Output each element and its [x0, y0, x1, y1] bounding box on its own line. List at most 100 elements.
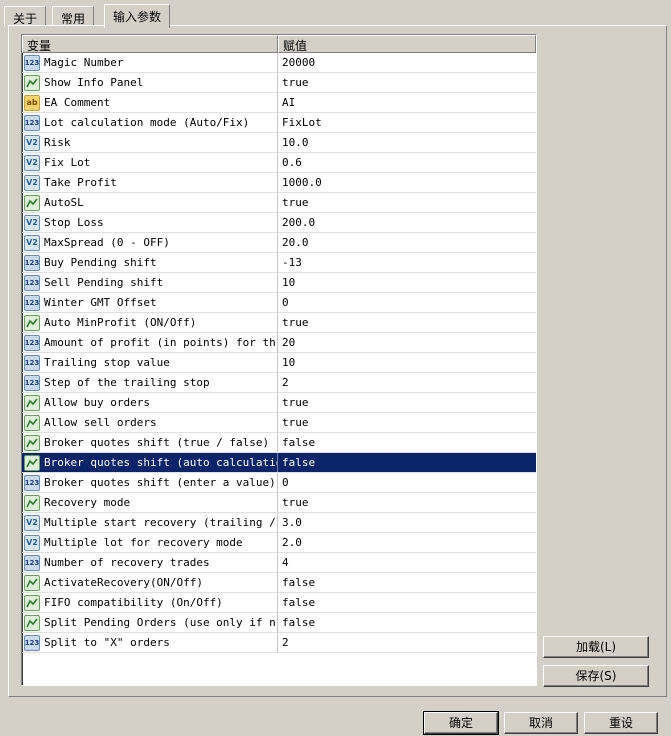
param-value[interactable]: true: [278, 393, 536, 412]
table-row[interactable]: 123 Split to "X" orders 2: [22, 633, 536, 653]
param-value[interactable]: 0.6: [278, 153, 536, 172]
param-value[interactable]: false: [278, 453, 536, 472]
double-type-icon: V2: [24, 514, 40, 531]
table-row[interactable]: 123 Broker quotes shift (enter a value) 0: [22, 473, 536, 493]
param-value[interactable]: true: [278, 193, 536, 212]
tab-about[interactable]: 关于: [4, 6, 47, 26]
table-row[interactable]: V2 Take Profit 1000.0: [22, 173, 536, 193]
param-name-cell: Show Info Panel: [22, 73, 278, 92]
table-row[interactable]: 123 Amount of profit (in points) for th..…: [22, 333, 536, 353]
table-row[interactable]: V2 Multiple start recovery (trailing /...…: [22, 513, 536, 533]
param-value[interactable]: AI: [278, 93, 536, 112]
table-row[interactable]: Allow sell orders true: [22, 413, 536, 433]
param-value[interactable]: -13: [278, 253, 536, 272]
table-row[interactable]: FIFO compatibility (On/Off) false: [22, 593, 536, 613]
tab-inputs[interactable]: 输入参数: [104, 4, 171, 28]
param-name: Multiple lot for recovery mode: [44, 536, 243, 549]
int-type-icon: 123: [24, 334, 40, 351]
param-name-cell: Recovery mode: [22, 493, 278, 512]
param-value[interactable]: FixLot: [278, 113, 536, 132]
double-type-icon: V2: [24, 154, 40, 171]
table-row[interactable]: V2 Stop Loss 200.0: [22, 213, 536, 233]
table-row[interactable]: V2 MaxSpread (0 - OFF) 20.0: [22, 233, 536, 253]
table-row[interactable]: ActivateRecovery(ON/Off) false: [22, 573, 536, 593]
table-row[interactable]: 123 Number of recovery trades 4: [22, 553, 536, 573]
double-type-icon: V2: [24, 534, 40, 551]
table-row[interactable]: ab EA Comment AI: [22, 93, 536, 113]
table-row[interactable]: 123 Trailing stop value 10: [22, 353, 536, 373]
double-type-icon: V2: [24, 174, 40, 191]
param-value[interactable]: false: [278, 593, 536, 612]
param-value[interactable]: false: [278, 433, 536, 452]
param-value[interactable]: true: [278, 413, 536, 432]
table-row[interactable]: Broker quotes shift (auto calculation) fa…: [22, 453, 536, 473]
header-value[interactable]: 赋值: [278, 35, 536, 53]
param-name: Risk: [44, 136, 71, 149]
int-type-icon: 123: [24, 634, 40, 651]
param-name: Lot calculation mode (Auto/Fix): [44, 116, 250, 129]
param-value[interactable]: false: [278, 613, 536, 632]
table-row[interactable]: Show Info Panel true: [22, 73, 536, 93]
header-variable[interactable]: 变量: [22, 35, 278, 53]
param-value[interactable]: 200.0: [278, 213, 536, 232]
table-row[interactable]: Broker quotes shift (true / false) false: [22, 433, 536, 453]
bool-type-icon: [24, 594, 40, 611]
reset-button[interactable]: 重设: [584, 712, 658, 734]
param-value[interactable]: true: [278, 73, 536, 92]
param-name-cell: V2 Multiple start recovery (trailing /...: [22, 513, 278, 532]
param-name-cell: 123 Winter GMT Offset: [22, 293, 278, 312]
table-row[interactable]: 123 Lot calculation mode (Auto/Fix) FixLot: [22, 113, 536, 133]
param-value[interactable]: 20: [278, 333, 536, 352]
param-value[interactable]: 2.0: [278, 533, 536, 552]
param-value[interactable]: 4: [278, 553, 536, 572]
param-value[interactable]: 20.0: [278, 233, 536, 252]
param-value[interactable]: true: [278, 493, 536, 512]
param-name-cell: V2 Stop Loss: [22, 213, 278, 232]
param-name-cell: 123 Sell Pending shift: [22, 273, 278, 292]
ok-button[interactable]: 确定: [423, 711, 499, 735]
table-row[interactable]: V2 Risk 10.0: [22, 133, 536, 153]
param-value[interactable]: true: [278, 313, 536, 332]
param-name-cell: 123 Trailing stop value: [22, 353, 278, 372]
table-row[interactable]: 123 Step of the trailing stop 2: [22, 373, 536, 393]
param-value[interactable]: 3.0: [278, 513, 536, 532]
param-name: MaxSpread (0 - OFF): [44, 236, 170, 249]
parameters-list[interactable]: 变量 赋值 123 Magic Number 20000 Show Info Pane…: [21, 34, 537, 686]
param-value[interactable]: false: [278, 573, 536, 592]
bool-type-icon: [24, 434, 40, 451]
table-row[interactable]: V2 Fix Lot 0.6: [22, 153, 536, 173]
cancel-button[interactable]: 取消: [504, 712, 578, 734]
param-value[interactable]: 1000.0: [278, 173, 536, 192]
param-value[interactable]: 10: [278, 273, 536, 292]
bool-type-icon: [24, 74, 40, 91]
param-value[interactable]: 0: [278, 293, 536, 312]
save-button[interactable]: 保存(S): [543, 665, 649, 687]
table-row[interactable]: 123 Sell Pending shift 10: [22, 273, 536, 293]
table-row[interactable]: AutoSL true: [22, 193, 536, 213]
table-row[interactable]: Recovery mode true: [22, 493, 536, 513]
param-value[interactable]: 10: [278, 353, 536, 372]
table-row[interactable]: V2 Multiple lot for recovery mode 2.0: [22, 533, 536, 553]
param-name: Magic Number: [44, 56, 124, 69]
int-type-icon: 123: [24, 554, 40, 571]
table-row[interactable]: Auto MinProfit (ON/Off) true: [22, 313, 536, 333]
param-value[interactable]: 10.0: [278, 133, 536, 152]
param-value[interactable]: 2: [278, 633, 536, 652]
param-value[interactable]: 0: [278, 473, 536, 492]
table-row[interactable]: 123 Buy Pending shift -13: [22, 253, 536, 273]
table-row[interactable]: Split Pending Orders (use only if n... fa…: [22, 613, 536, 633]
load-button[interactable]: 加载(L): [543, 636, 649, 658]
tab-common[interactable]: 常用: [52, 6, 95, 26]
param-name: ActivateRecovery(ON/Off): [44, 576, 203, 589]
param-value[interactable]: 2: [278, 373, 536, 392]
param-name-cell: 123 Split to "X" orders: [22, 633, 278, 652]
table-row[interactable]: Allow buy orders true: [22, 393, 536, 413]
param-name-cell: Split Pending Orders (use only if n...: [22, 613, 278, 632]
param-name: Amount of profit (in points) for th...: [44, 336, 278, 349]
param-name: Number of recovery trades: [44, 556, 210, 569]
table-row[interactable]: 123 Magic Number 20000: [22, 53, 536, 73]
table-row[interactable]: 123 Winter GMT Offset 0: [22, 293, 536, 313]
param-name-cell: Auto MinProfit (ON/Off): [22, 313, 278, 332]
double-type-icon: V2: [24, 214, 40, 231]
param-value[interactable]: 20000: [278, 53, 536, 72]
